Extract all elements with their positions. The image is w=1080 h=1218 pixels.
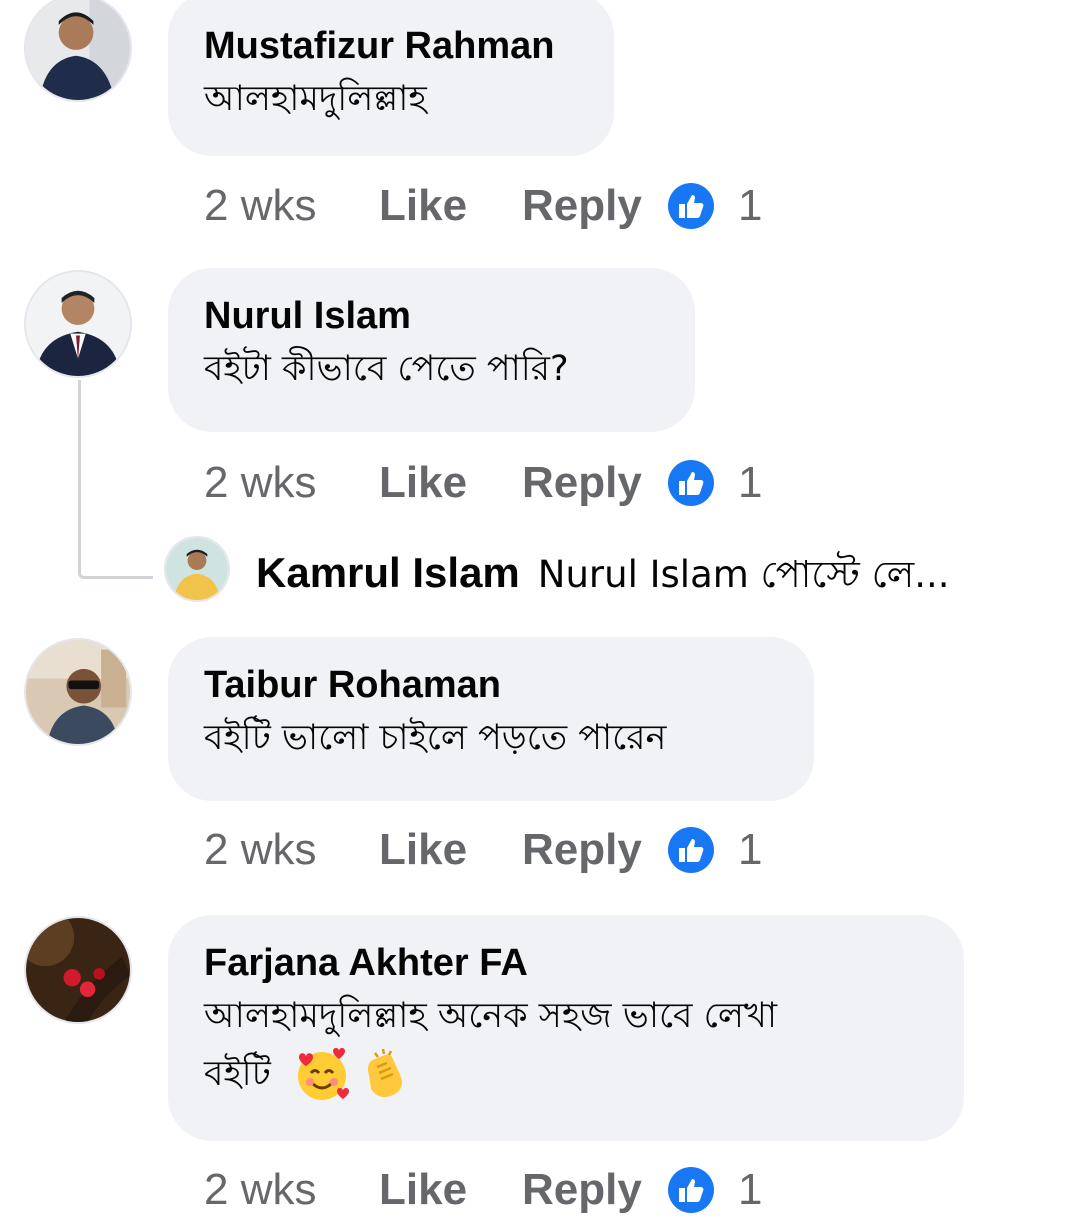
reply-button[interactable]: Reply xyxy=(522,825,668,875)
reaction-count[interactable]: 1 xyxy=(738,825,762,875)
reply-preview[interactable]: Kamrul Islam Nurul Islam পোস্টে লে... xyxy=(256,548,950,600)
like-button[interactable]: Like xyxy=(379,1165,522,1215)
profile-photo-icon xyxy=(26,918,130,1022)
comment-author[interactable]: Taibur Rohaman xyxy=(204,661,778,709)
comment-text: বইটা কীভাবে পেতে পারি? xyxy=(204,349,569,389)
like-button[interactable]: Like xyxy=(379,825,522,875)
comment-author[interactable]: Farjana Akhter FA xyxy=(204,939,928,987)
reply-author[interactable]: Kamrul Islam xyxy=(256,549,520,596)
reply-thread-line xyxy=(78,380,153,579)
reaction-count[interactable]: 1 xyxy=(738,458,762,508)
reply-text: Nurul Islam পোস্টে লে... xyxy=(537,553,950,596)
comment-timestamp[interactable]: 2 wks xyxy=(204,458,379,508)
comment-actions: 2 wks Like Reply 1 xyxy=(204,178,762,234)
like-button[interactable]: Like xyxy=(379,458,522,508)
profile-photo-icon xyxy=(166,538,228,600)
reply-avatar[interactable] xyxy=(164,536,230,602)
like-reaction-icon[interactable] xyxy=(668,460,714,506)
comment-author[interactable]: Mustafizur Rahman xyxy=(204,22,578,70)
profile-photo-icon xyxy=(26,0,130,100)
reply-button[interactable]: Reply xyxy=(522,181,668,231)
comment-bubble: Mustafizur Rahman আলহামদুলিল্লাহ xyxy=(168,0,614,156)
like-reaction-icon[interactable] xyxy=(668,1167,714,1213)
comment-author[interactable]: Nurul Islam xyxy=(204,292,659,340)
comment-text: বইটি ভালো চাইলে পড়তে পারেন xyxy=(204,718,667,758)
like-reaction-icon[interactable] xyxy=(668,827,714,873)
comment-text: আলহামদুলিল্লাহ অনেক সহজ ভাবে লেখা xyxy=(204,996,778,1036)
comment-bubble: Taibur Rohaman বইটি ভালো চাইলে পড়তে পার… xyxy=(168,637,814,801)
comment-actions: 2 wks Like Reply 1 xyxy=(204,455,762,511)
profile-photo-icon xyxy=(26,640,130,744)
comment-timestamp[interactable]: 2 wks xyxy=(204,181,379,231)
reaction-count[interactable]: 1 xyxy=(738,1165,762,1215)
comment-text: আলহামদুলিল্লাহ xyxy=(204,79,427,119)
comment-timestamp[interactable]: 2 wks xyxy=(204,825,379,875)
comment-bubble: Nurul Islam বইটা কীভাবে পেতে পারি? xyxy=(168,268,695,432)
comment-text-line: বইটি xyxy=(204,1045,928,1103)
avatar[interactable] xyxy=(24,270,132,378)
profile-photo-icon xyxy=(26,272,130,376)
reply-button[interactable]: Reply xyxy=(522,1165,668,1215)
comment-text-continued: বইটি xyxy=(204,1054,271,1094)
reaction-count[interactable]: 1 xyxy=(738,181,762,231)
clapping-hands-icon xyxy=(367,1048,402,1097)
comment-actions: 2 wks Like Reply 1 xyxy=(204,1162,762,1218)
like-button[interactable]: Like xyxy=(379,181,522,231)
comment-bubble: Farjana Akhter FA আলহামদুলিল্লাহ অনেক সহ… xyxy=(168,915,964,1141)
smiling-face-with-hearts-icon xyxy=(297,1048,349,1100)
avatar[interactable] xyxy=(24,638,132,746)
reply-button[interactable]: Reply xyxy=(522,458,668,508)
like-reaction-icon[interactable] xyxy=(668,183,714,229)
comment-timestamp[interactable]: 2 wks xyxy=(204,1165,379,1215)
avatar[interactable] xyxy=(24,0,132,102)
emoji-group xyxy=(293,1045,417,1103)
avatar[interactable] xyxy=(24,916,132,1024)
comment-actions: 2 wks Like Reply 1 xyxy=(204,822,762,878)
